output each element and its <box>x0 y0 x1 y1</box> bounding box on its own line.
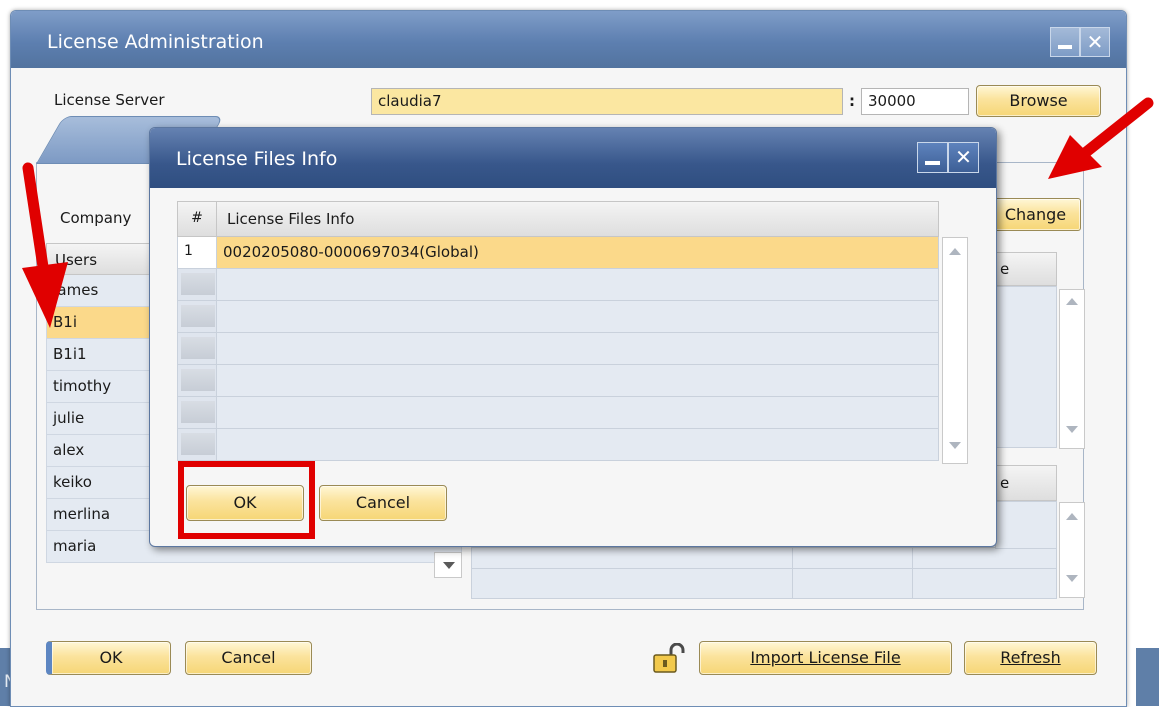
window-titlebar: License Administration ✕ <box>11 11 1126 68</box>
right-grid-lower-side <box>995 501 1057 549</box>
row-license-info <box>217 397 939 429</box>
table-row[interactable] <box>177 429 939 461</box>
table-row[interactable] <box>177 365 939 397</box>
row-number <box>177 269 217 301</box>
import-license-file-button[interactable]: Import License File <box>699 641 952 675</box>
table-row[interactable] <box>177 301 939 333</box>
row-number <box>177 365 217 397</box>
dialog-titlebar: License Files Info ✕ <box>150 128 996 188</box>
padlock-icon-svg <box>653 642 685 673</box>
row-selector[interactable] <box>181 401 215 423</box>
row-selector[interactable] <box>181 369 215 391</box>
refresh-label: Refresh <box>1000 648 1061 667</box>
ok-button[interactable]: OK <box>46 641 171 675</box>
right-grid-header: e <box>995 252 1057 286</box>
highlight-box-ok <box>178 461 315 539</box>
company-label: Company <box>60 209 132 227</box>
change-button[interactable]: Change <box>990 198 1081 231</box>
license-server-input[interactable]: claudia7 <box>371 88 843 115</box>
right-grid-lower-header: e <box>995 465 1057 501</box>
row-number <box>177 429 217 461</box>
scroll-down-icon[interactable] <box>1066 575 1078 582</box>
refresh-button[interactable]: Refresh <box>964 641 1097 675</box>
scroll-up-icon[interactable] <box>949 248 961 255</box>
grid-line <box>472 568 1056 569</box>
dialog-title: License Files Info <box>176 148 338 170</box>
row-number: 1 <box>177 237 217 269</box>
background-strip-right <box>1136 648 1159 706</box>
red-arrow-right <box>1048 97 1154 179</box>
table-row[interactable] <box>177 269 939 301</box>
minimize-icon[interactable] <box>917 142 948 173</box>
row-license-info <box>217 269 939 301</box>
row-number <box>177 333 217 365</box>
window-title: License Administration <box>47 31 264 53</box>
user-dropdown-toggle[interactable] <box>434 552 462 578</box>
close-icon[interactable]: ✕ <box>1080 27 1110 57</box>
row-selector[interactable] <box>181 433 215 455</box>
scroll-up-icon[interactable] <box>1066 298 1078 305</box>
row-selector[interactable] <box>181 337 215 359</box>
padlock-icon[interactable] <box>651 642 687 675</box>
table-header: # License Files Info <box>177 201 939 237</box>
scroll-down-icon[interactable] <box>1066 426 1078 433</box>
dialog-cancel-button[interactable]: Cancel <box>319 485 447 521</box>
license-files-table: # License Files Info 1 0020205080-000069… <box>177 201 939 461</box>
table-row-selected[interactable]: 1 0020205080-0000697034(Global) <box>177 237 939 269</box>
dialog-table-scrollbar[interactable] <box>942 237 968 464</box>
import-license-file-label: Import License File <box>750 648 901 667</box>
port-separator: : <box>849 92 855 110</box>
column-header-info[interactable]: License Files Info <box>217 201 939 237</box>
right-grid-lower <box>471 547 1057 599</box>
row-number <box>177 301 217 333</box>
right-grid-lower-scrollbar[interactable] <box>1059 502 1085 598</box>
red-arrow-left <box>22 162 68 328</box>
chevron-down-icon <box>443 562 455 569</box>
scroll-up-icon[interactable] <box>1066 513 1078 520</box>
row-license-info: 0020205080-0000697034(Global) <box>217 237 939 269</box>
column-header-number[interactable]: # <box>177 201 217 237</box>
user-row-label: maria <box>53 537 97 555</box>
row-selector[interactable] <box>181 273 215 295</box>
license-server-label: License Server <box>54 91 165 109</box>
right-grid-lower-header-text: e <box>1000 474 1010 492</box>
table-row[interactable] <box>177 397 939 429</box>
row-license-info <box>217 301 939 333</box>
row-selector[interactable] <box>181 305 215 327</box>
grid-line <box>792 548 793 598</box>
row-license-info <box>217 365 939 397</box>
minimize-icon[interactable] <box>1050 27 1080 57</box>
row-number <box>177 397 217 429</box>
row-license-info <box>217 429 939 461</box>
cancel-button[interactable]: Cancel <box>185 641 312 675</box>
close-icon[interactable]: ✕ <box>948 142 979 173</box>
port-input[interactable]: 30000 <box>861 88 969 115</box>
row-license-info <box>217 333 939 365</box>
grid-line <box>912 548 913 598</box>
right-grid-header-text: e <box>1000 260 1010 278</box>
scroll-down-icon[interactable] <box>949 442 961 449</box>
right-grid-upper <box>995 286 1057 448</box>
right-grid-scrollbar[interactable] <box>1059 289 1085 449</box>
table-row[interactable] <box>177 333 939 365</box>
